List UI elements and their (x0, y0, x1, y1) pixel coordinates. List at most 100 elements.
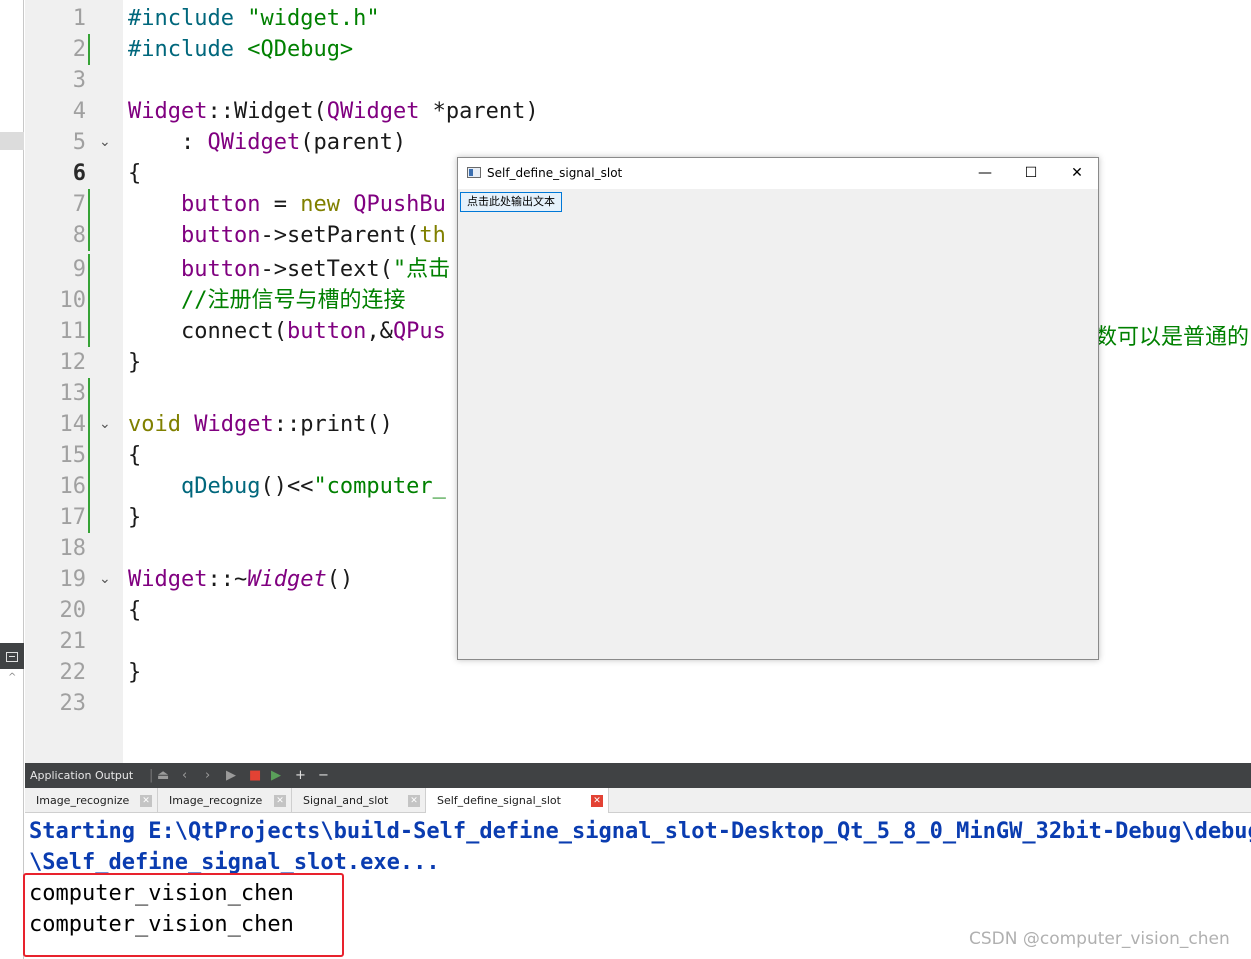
line-number: 7 (72, 192, 86, 217)
zoom-in-icon[interactable]: + (295, 767, 306, 784)
run-icon[interactable]: ▶ (226, 767, 236, 784)
code-line[interactable]: 4 Widget::Widget(QWidget *parent) (25, 96, 1251, 127)
annotation-highlight-box (23, 873, 344, 957)
change-marker (88, 378, 90, 409)
window-title: Self_define_signal_slot (487, 166, 623, 180)
code-text: { (128, 158, 141, 189)
code-token: Widget (194, 412, 274, 437)
code-token: button (128, 223, 261, 248)
code-token: { (128, 598, 142, 623)
code-token: : (128, 130, 208, 155)
code-token: Widget (128, 99, 208, 124)
chevron-right-icon[interactable]: › (205, 767, 210, 784)
maximize-button[interactable]: ☐ (1008, 158, 1054, 189)
code-line[interactable]: 2 #include <QDebug> (25, 34, 1251, 65)
change-marker (88, 220, 90, 251)
code-token: //注册信号与槽的连接 (128, 288, 406, 313)
code-token: #include (128, 37, 248, 62)
line-number: 18 (59, 536, 87, 561)
code-text: button->setParent(th (128, 220, 446, 251)
output-tab[interactable]: Self_define_signal_slot ✕ (426, 788, 609, 814)
code-text: { (128, 440, 141, 471)
change-marker (88, 254, 90, 285)
zoom-out-icon[interactable]: − (318, 767, 329, 784)
close-tab-icon[interactable]: ✕ (140, 795, 152, 807)
line-number: 1 (72, 6, 86, 31)
code-token: ::~ (207, 567, 248, 592)
code-token: *parent) (419, 99, 539, 124)
code-token: Widget (128, 567, 208, 592)
line-number: 17 (59, 505, 87, 530)
code-token: :: (207, 99, 234, 124)
code-line[interactable]: 23 (25, 688, 1251, 719)
code-text: } (128, 347, 141, 378)
code-token: } (128, 660, 142, 685)
code-text: Widget::~Widget() (128, 564, 353, 595)
output-tab[interactable]: Signal_and_slot ✕ (292, 788, 426, 813)
watermark: CSDN @computer_vision_chen (969, 929, 1230, 949)
code-text: button = new QPushBu (128, 189, 446, 220)
close-tab-icon[interactable]: ✕ (274, 795, 286, 807)
code-text: Widget::Widget(QWidget *parent) (128, 96, 539, 127)
code-token: "点击 (392, 257, 451, 282)
code-text: //注册信号与槽的连接 (128, 285, 406, 316)
output-start-line: Starting E:\QtProjects\build-Self_define… (29, 819, 1251, 844)
qt-app-window[interactable]: Self_define_signal_slot — ☐ ✕ 点击此处输出文本 (457, 157, 1099, 660)
close-tab-icon[interactable]: ✕ (408, 795, 420, 807)
output-tab[interactable]: Image_recognize ✕ (158, 788, 292, 813)
window-titlebar[interactable]: Self_define_signal_slot — ☐ ✕ (458, 158, 1098, 189)
code-token: QWidget (326, 99, 420, 124)
line-number: 14 (59, 412, 87, 437)
code-line[interactable]: 1 #include "widget.h" (25, 3, 1251, 34)
line-number: 6 (72, 161, 86, 186)
collapse-icon[interactable] (6, 652, 18, 662)
code-line[interactable]: 5 ⌄ : QWidget(parent) (25, 127, 1251, 158)
code-token: qDebug (128, 474, 261, 499)
line-number: 2 (72, 37, 86, 62)
code-token: ( (313, 99, 327, 124)
debug-run-icon[interactable]: ▶ (271, 767, 281, 784)
code-token: #include (128, 6, 248, 31)
chevron-up-icon[interactable]: ^ (8, 672, 16, 683)
code-token: <QDebug> (247, 37, 354, 62)
line-number: 12 (59, 350, 87, 375)
code-text: qDebug()<<"computer_ (128, 471, 446, 502)
code-token: Widget (247, 567, 327, 592)
code-token: QWidget (207, 130, 301, 155)
code-line[interactable]: 3 (25, 65, 1251, 96)
line-number: 8 (72, 223, 86, 248)
code-text: { (128, 595, 141, 626)
output-tab-label: Image_recognize (36, 794, 130, 807)
code-text: #include "widget.h" (128, 3, 380, 34)
fold-chevron-icon[interactable]: ⌄ (99, 564, 111, 595)
code-token: } (128, 350, 142, 375)
code-text: } (128, 502, 141, 533)
close-tab-icon[interactable]: ✕ (591, 795, 603, 807)
output-tab[interactable]: Image_recognize ✕ (25, 788, 158, 813)
line-number: 20 (59, 598, 87, 623)
close-button[interactable]: ✕ (1054, 158, 1100, 189)
code-token: th (419, 223, 446, 248)
chevron-left-icon[interactable]: ‹ (182, 767, 187, 784)
change-marker (88, 189, 90, 220)
minimize-button[interactable]: — (962, 158, 1008, 189)
filter-icon[interactable]: ⏏ (157, 767, 169, 784)
line-number: 23 (59, 691, 87, 716)
fold-chevron-icon[interactable]: ⌄ (99, 409, 111, 440)
code-text: void Widget::print() (128, 409, 393, 440)
left-strip-highlight (0, 132, 24, 150)
code-token: { (128, 443, 142, 468)
code-token: } (128, 505, 142, 530)
code-token: { (128, 161, 142, 186)
fold-chevron-icon[interactable]: ⌄ (99, 127, 111, 158)
output-tab-label: Signal_and_slot (303, 794, 389, 807)
code-token: ()<< (260, 474, 314, 499)
code-token: button (286, 319, 367, 344)
line-number: 19 (59, 567, 87, 592)
code-token: ::print() (273, 412, 393, 437)
print-text-push-button[interactable]: 点击此处输出文本 (460, 192, 562, 212)
stop-icon[interactable]: ■ (249, 767, 261, 784)
code-line[interactable]: 22} (25, 657, 1251, 688)
